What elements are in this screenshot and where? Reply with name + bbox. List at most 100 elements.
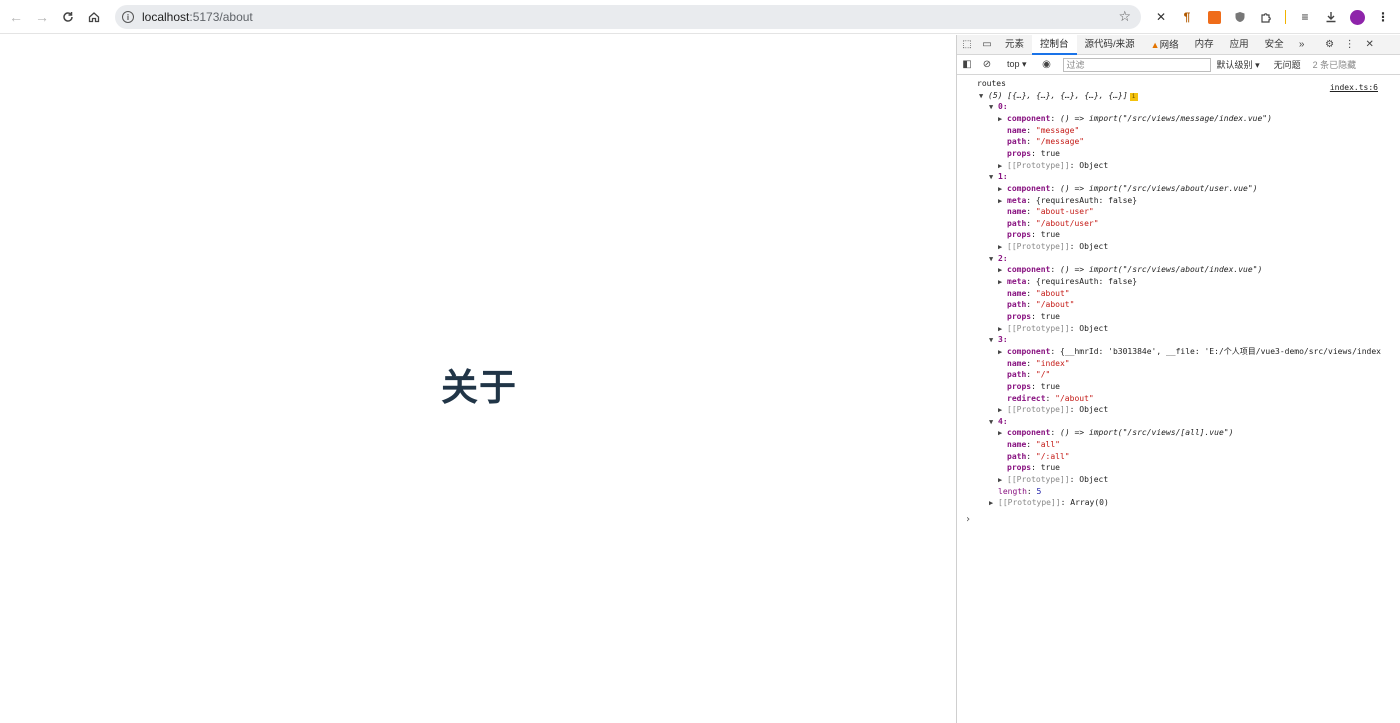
object-property-row[interactable]: ▶ [[Prototype]]: Object: [998, 404, 1108, 415]
object-property-row: props: true: [1007, 463, 1060, 472]
object-property-row[interactable]: ▶ component: () => import("/src/views/abo…: [998, 183, 1257, 194]
page-heading: 关于: [441, 366, 517, 409]
forward-icon[interactable]: →: [29, 4, 55, 30]
tab-elements[interactable]: 元素: [997, 35, 1032, 55]
collapse-triangle-icon: ▶: [998, 243, 1003, 251]
reading-list-icon[interactable]: ≡: [1295, 7, 1315, 27]
expand-triangle-icon: ▼: [989, 418, 994, 426]
expand-triangle-icon: ▼: [989, 173, 994, 181]
address-bar[interactable]: i localhost:5173/about ☆: [115, 5, 1141, 29]
devtools-tab-bar: ⬚ ▭ 元素 控制台 源代码/来源 ▲网络 内存 应用 安全 » ⚙ ⋮ ✕: [957, 34, 1400, 55]
collapse-triangle-icon: ▶: [998, 429, 1003, 437]
context-selector[interactable]: top ▾: [1003, 59, 1031, 70]
tab-security[interactable]: 安全: [1257, 35, 1292, 55]
live-expression-eye-icon[interactable]: ◉: [1037, 59, 1057, 70]
object-property-row: path: "/about/user": [1007, 219, 1099, 228]
console-filter-input[interactable]: 过滤: [1062, 57, 1211, 72]
tab-application[interactable]: 应用: [1222, 35, 1257, 55]
collapse-triangle-icon: ▶: [998, 348, 1003, 356]
expand-triangle-icon: ▼: [989, 103, 994, 111]
object-property-row[interactable]: ▶ component: () => import("/src/views/mes…: [998, 113, 1272, 124]
issues-counter[interactable]: 无问题: [1274, 58, 1301, 71]
shield-extension-icon[interactable]: [1230, 7, 1250, 27]
collapse-triangle-icon: ▶: [998, 266, 1003, 274]
settings-gear-icon[interactable]: ⚙: [1320, 39, 1340, 50]
source-link[interactable]: index.ts:6: [1330, 83, 1378, 92]
console-log-label: routes: [977, 79, 1006, 88]
object-property-row[interactable]: ▶ component: {__hmrId: 'b301384e', __file…: [998, 346, 1381, 357]
download-icon[interactable]: [1321, 7, 1341, 27]
page-viewport: 关于: [0, 35, 956, 723]
object-property-row: redirect: "/about": [1007, 394, 1094, 403]
object-property-row: name: "about-user": [1007, 207, 1094, 216]
object-property-row[interactable]: ▶ component: () => import("/src/views/abo…: [998, 264, 1262, 275]
object-property-row: path: "/about": [1007, 300, 1075, 309]
clear-console-icon[interactable]: ⊘: [977, 59, 997, 70]
tab-console[interactable]: 控制台: [1032, 34, 1077, 55]
translate-extension-icon[interactable]: ¶: [1177, 7, 1197, 27]
array-item-row[interactable]: ▼ 1:: [989, 171, 1008, 182]
site-info-icon[interactable]: i: [122, 11, 134, 23]
object-property-row: name: "message": [1007, 126, 1080, 135]
array-item-row[interactable]: ▼ 0:: [989, 101, 1008, 112]
devtools-menu-icon[interactable]: ⋮: [1340, 39, 1360, 50]
object-property-row: props: true: [1007, 312, 1060, 321]
browser-toolbar: ← → i localhost:5173/about ☆ ✕ ¶ ≡ ⋮: [0, 0, 1400, 34]
more-tabs-icon[interactable]: »: [1292, 39, 1312, 50]
object-property-row[interactable]: ▶ [[Prototype]]: Object: [998, 323, 1108, 334]
expand-triangle-icon: ▼: [989, 255, 994, 263]
collapse-triangle-icon: ▶: [998, 185, 1003, 193]
object-property-row: name: "about": [1007, 289, 1070, 298]
object-property-row[interactable]: ▶ meta: {requiresAuth: false}: [998, 195, 1137, 206]
sidebar-toggle-icon[interactable]: ◧: [957, 59, 977, 70]
extensions-puzzle-icon[interactable]: [1256, 7, 1276, 27]
bookmark-star-icon[interactable]: ☆: [1118, 8, 1131, 25]
tab-memory[interactable]: 内存: [1187, 35, 1222, 55]
array-summary-row[interactable]: ▼ (5) [{…}, {…}, {…}, {…}, {…}] i: [979, 90, 1138, 101]
close-x-extension-icon[interactable]: ✕: [1151, 7, 1171, 27]
collapse-triangle-icon: ▶: [998, 115, 1003, 123]
expand-triangle-icon: ▼: [979, 92, 984, 100]
profile-avatar-icon[interactable]: [1347, 7, 1367, 27]
tab-network[interactable]: ▲网络: [1143, 35, 1187, 55]
warning-icon: ▲: [1150, 39, 1160, 50]
object-property-row: path: "/message": [1007, 137, 1085, 146]
array-item-row[interactable]: ▼ 4:: [989, 416, 1008, 427]
inspect-element-icon[interactable]: ⬚: [957, 39, 977, 50]
object-property-row: props: true: [1007, 149, 1060, 158]
array-prototype-row[interactable]: ▶ [[Prototype]]: Array(0): [989, 497, 1109, 508]
home-icon[interactable]: [81, 4, 107, 30]
object-property-row[interactable]: ▶ [[Prototype]]: Object: [998, 160, 1108, 171]
object-property-row: path: "/:all": [1007, 452, 1070, 461]
collapse-triangle-icon: ▶: [998, 197, 1003, 205]
object-property-row: name: "all": [1007, 440, 1060, 449]
devtools-panel: ⬚ ▭ 元素 控制台 源代码/来源 ▲网络 内存 应用 安全 » ⚙ ⋮ ✕ ◧…: [956, 34, 1400, 723]
object-property-row[interactable]: ▶ meta: {requiresAuth: false}: [998, 276, 1137, 287]
tab-sources[interactable]: 源代码/来源: [1077, 35, 1143, 55]
object-property-row: path: "/": [1007, 370, 1051, 379]
object-property-row[interactable]: ▶ [[Prototype]]: Object: [998, 474, 1108, 485]
orange-extension-icon[interactable]: [1204, 7, 1224, 27]
hidden-messages-count: 2 条已隐藏: [1312, 60, 1357, 70]
collapse-triangle-icon: ▶: [998, 278, 1003, 286]
info-badge-icon: i: [1129, 93, 1138, 101]
collapse-triangle-icon: ▶: [998, 406, 1003, 414]
object-property-row[interactable]: ▶ component: () => import("/src/views/[al…: [998, 427, 1233, 438]
collapse-triangle-icon: ▶: [989, 499, 994, 507]
back-icon[interactable]: ←: [3, 4, 29, 30]
array-item-row[interactable]: ▼ 2:: [989, 253, 1008, 264]
object-property-row[interactable]: ▶ [[Prototype]]: Object: [998, 241, 1108, 252]
reload-icon[interactable]: [55, 4, 81, 30]
object-property-row: name: "index": [1007, 359, 1070, 368]
url-text: localhost:5173/about: [142, 10, 253, 24]
log-levels-dropdown[interactable]: 默认级别 ▾: [1217, 58, 1260, 71]
console-prompt[interactable]: ›: [965, 514, 971, 525]
browser-menu-icon[interactable]: ⋮: [1373, 7, 1393, 27]
toolbar-divider: [1285, 10, 1286, 24]
close-devtools-icon[interactable]: ✕: [1360, 39, 1380, 50]
console-toolbar: ◧ ⊘ top ▾ ◉ 过滤 默认级别 ▾ 无问题 2 条已隐藏: [957, 55, 1400, 75]
array-item-row[interactable]: ▼ 3:: [989, 334, 1008, 345]
device-toolbar-icon[interactable]: ▭: [977, 39, 997, 50]
collapse-triangle-icon: ▶: [998, 476, 1003, 484]
object-property-row: props: true: [1007, 230, 1060, 239]
